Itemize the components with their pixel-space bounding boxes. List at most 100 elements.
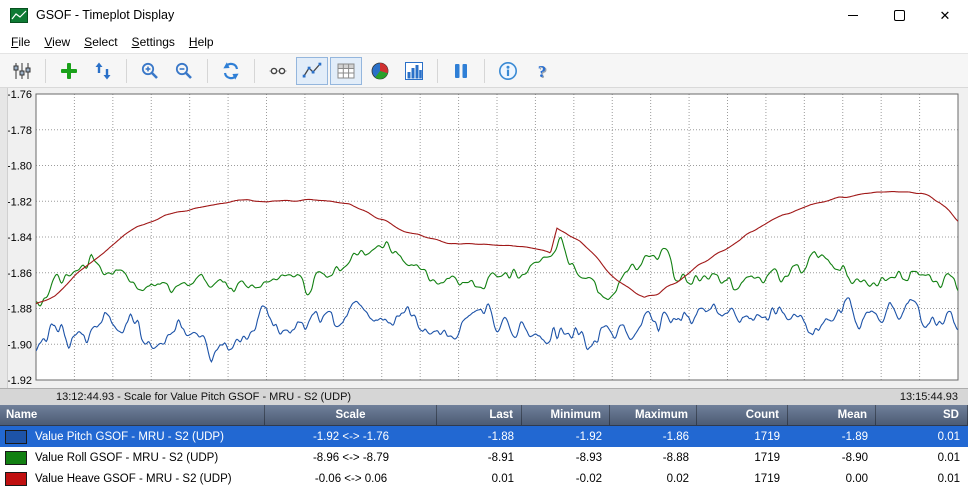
zoom-out-button[interactable] <box>168 57 200 85</box>
maximum-cell: 0.02 <box>610 473 697 485</box>
series-name: Value Heave GSOF - MRU - S2 (UDP) <box>35 473 232 485</box>
scale-cell: -1.92 <-> -1.76 <box>265 431 437 443</box>
maximize-button[interactable] <box>876 0 922 30</box>
refresh-icon <box>220 60 242 82</box>
menu-settings[interactable]: Settings <box>125 32 182 52</box>
splitter-handle[interactable] <box>0 88 8 388</box>
maximum-cell: -8.88 <box>610 452 697 464</box>
table-row-pitch[interactable]: Value Pitch GSOF - MRU - S2 (UDP) -1.92 … <box>0 426 968 447</box>
sliders-button[interactable] <box>6 57 38 85</box>
menu-file[interactable]: File <box>4 32 37 52</box>
minimum-cell: -8.93 <box>522 452 610 464</box>
pie-chart-button[interactable] <box>364 57 396 85</box>
menu-select[interactable]: Select <box>77 32 124 52</box>
help-icon: ?? <box>531 60 553 82</box>
series-table: Name Scale Last Minimum Maximum Count Me… <box>0 405 968 495</box>
info-button[interactable] <box>492 57 524 85</box>
mean-cell: -8.90 <box>788 452 876 464</box>
column-header-minimum[interactable]: Minimum <box>522 405 610 425</box>
help-button[interactable]: ?? <box>526 57 558 85</box>
pause-icon <box>450 60 472 82</box>
svg-text:?: ? <box>538 62 547 81</box>
chart-end-time-label: 13:15:44.93 <box>900 391 958 403</box>
name-cell: Value Heave GSOF - MRU - S2 (UDP) <box>0 472 265 486</box>
count-cell: 1719 <box>697 473 788 485</box>
y-axis-tick-label: -1.80 <box>7 161 32 173</box>
last-cell: -1.88 <box>437 431 522 443</box>
y-axis-tick-label: -1.84 <box>7 232 32 244</box>
sd-cell: 0.01 <box>876 452 968 464</box>
chart-panel: -1.76-1.78-1.80-1.82-1.84-1.86-1.88-1.90… <box>0 88 968 405</box>
y-axis-tick-label: -1.76 <box>7 89 32 101</box>
scale-cell: -8.96 <-> -8.79 <box>265 452 437 464</box>
grid-button[interactable] <box>330 57 362 85</box>
minimize-icon <box>848 15 858 16</box>
app-icon <box>10 8 28 23</box>
toolbar-separator <box>437 59 438 83</box>
column-header-sd[interactable]: SD <box>876 405 968 425</box>
zoom-in-button[interactable] <box>134 57 166 85</box>
zoom-in-icon <box>139 60 161 82</box>
column-header-count[interactable]: Count <box>697 405 788 425</box>
column-header-name[interactable]: Name <box>0 405 265 425</box>
y-axis-tick-label: -1.90 <box>7 339 32 351</box>
table-filler <box>0 489 968 495</box>
timeplot-chart[interactable]: -1.76-1.78-1.80-1.82-1.84-1.86-1.88-1.90… <box>0 88 968 388</box>
autoscale-icon <box>92 60 114 82</box>
sd-cell: 0.01 <box>876 431 968 443</box>
histogram-button[interactable] <box>398 57 430 85</box>
table-header-row: Name Scale Last Minimum Maximum Count Me… <box>0 405 968 426</box>
info-icon <box>497 60 519 82</box>
refresh-button[interactable] <box>215 57 247 85</box>
table-row-roll[interactable]: Value Roll GSOF - MRU - S2 (UDP) -8.96 <… <box>0 447 968 468</box>
app-window: { "window": { "title": "GSOF - Timeplot … <box>0 0 968 495</box>
menubar: File View Select Settings Help <box>0 30 968 53</box>
window-title: GSOF - Timeplot Display <box>36 8 174 22</box>
menu-view[interactable]: View <box>37 32 77 52</box>
series-name: Value Roll GSOF - MRU - S2 (UDP) <box>35 452 218 464</box>
name-cell: Value Roll GSOF - MRU - S2 (UDP) <box>0 451 265 465</box>
toolbar: ?? <box>0 53 968 88</box>
column-header-mean[interactable]: Mean <box>788 405 876 425</box>
minimize-button[interactable] <box>830 0 876 30</box>
maximize-icon <box>894 10 905 21</box>
y-axis-tick-label: -1.88 <box>7 304 32 316</box>
mean-cell: 0.00 <box>788 473 876 485</box>
last-cell: -8.91 <box>437 452 522 464</box>
chart-start-scale-label: 13:12:44.93 - Scale for Value Pitch GSOF… <box>56 391 351 403</box>
pause-button[interactable] <box>445 57 477 85</box>
sd-cell: 0.01 <box>876 473 968 485</box>
window-controls: ✕ <box>830 0 968 30</box>
y-axis-tick-label: -1.92 <box>7 375 32 387</box>
sliders-icon <box>11 60 33 82</box>
close-icon: ✕ <box>940 9 951 22</box>
markers-button[interactable] <box>262 57 294 85</box>
toolbar-separator <box>207 59 208 83</box>
grid-icon <box>335 60 357 82</box>
titlebar[interactable]: GSOF - Timeplot Display ✕ <box>0 0 968 30</box>
toolbar-separator <box>45 59 46 83</box>
pie-chart-icon <box>369 60 391 82</box>
histogram-icon <box>403 60 425 82</box>
menu-help[interactable]: Help <box>182 32 221 52</box>
series-name: Value Pitch GSOF - MRU - S2 (UDP) <box>35 431 224 443</box>
series-color-swatch <box>5 472 27 486</box>
close-button[interactable]: ✕ <box>922 0 968 30</box>
series-color-swatch <box>5 430 27 444</box>
column-header-maximum[interactable]: Maximum <box>610 405 697 425</box>
toolbar-separator <box>126 59 127 83</box>
series-color-swatch <box>5 451 27 465</box>
column-header-scale[interactable]: Scale <box>265 405 437 425</box>
scale-cell: -0.06 <-> 0.06 <box>265 473 437 485</box>
line-chart-button[interactable] <box>296 57 328 85</box>
maximum-cell: -1.86 <box>610 431 697 443</box>
column-header-last[interactable]: Last <box>437 405 522 425</box>
table-row-heave[interactable]: Value Heave GSOF - MRU - S2 (UDP) -0.06 … <box>0 468 968 489</box>
minimum-cell: -0.02 <box>522 473 610 485</box>
autoscale-button[interactable] <box>87 57 119 85</box>
y-axis-tick-label: -1.78 <box>7 125 32 137</box>
add-button[interactable] <box>53 57 85 85</box>
count-cell: 1719 <box>697 452 788 464</box>
add-icon <box>58 60 80 82</box>
y-axis-tick-label: -1.86 <box>7 268 32 280</box>
